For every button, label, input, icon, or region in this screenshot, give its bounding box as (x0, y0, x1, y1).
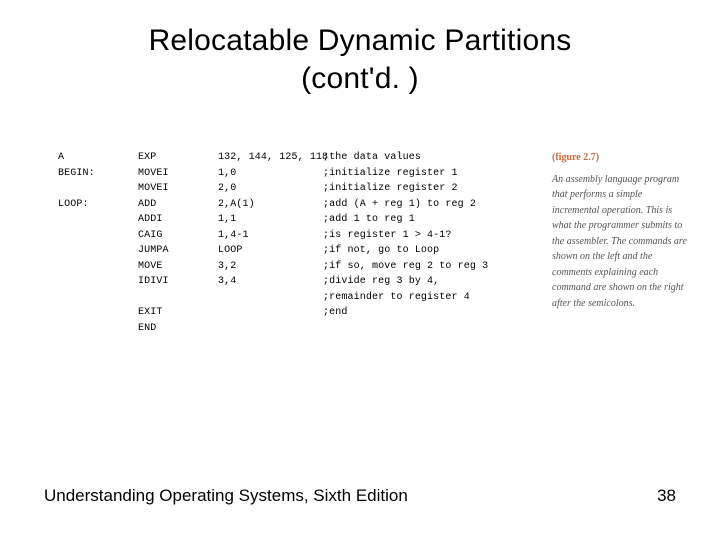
code-row: CAIG 1,4-1 ;is register 1 > 4-1? (58, 228, 540, 244)
code-args: 2,A(1) (218, 197, 323, 213)
code-comment: ;add (A + reg 1) to reg 2 (323, 197, 540, 213)
code-row: BEGIN: MOVEI 1,0 ;initialize register 1 (58, 166, 540, 182)
code-op (138, 290, 218, 306)
code-op: JUMPA (138, 243, 218, 259)
figure-label: (figure 2.7) (552, 150, 690, 166)
code-op: IDIVI (138, 274, 218, 290)
slide: Relocatable Dynamic Partitions (cont'd. … (0, 0, 720, 540)
code-comment (323, 321, 540, 337)
code-op: ADD (138, 197, 218, 213)
code-op: CAIG (138, 228, 218, 244)
code-label: LOOP: (58, 197, 138, 213)
code-label (58, 305, 138, 321)
code-op: EXIT (138, 305, 218, 321)
code-label (58, 274, 138, 290)
slide-footer: Understanding Operating Systems, Sixth E… (44, 486, 676, 506)
code-op: MOVE (138, 259, 218, 275)
code-row: JUMPA LOOP ;if not, go to Loop (58, 243, 540, 259)
figure-caption: An assembly language program that perfor… (552, 172, 690, 312)
code-comment: ;add 1 to reg 1 (323, 212, 540, 228)
code-op: MOVEI (138, 181, 218, 197)
slide-title: Relocatable Dynamic Partitions (cont'd. … (0, 0, 720, 97)
code-comment: ;remainder to register 4 (323, 290, 540, 306)
code-row: EXIT ;end (58, 305, 540, 321)
content-area: A EXP 132, 144, 125, 118 ;the data value… (58, 150, 690, 336)
title-line-2: (cont'd. ) (301, 62, 419, 95)
code-args: 132, 144, 125, 118 (218, 150, 323, 166)
code-label (58, 321, 138, 337)
code-label (58, 259, 138, 275)
code-op: MOVEI (138, 166, 218, 182)
code-comment: ;is register 1 > 4-1? (323, 228, 540, 244)
code-comment: ;if so, move reg 2 to reg 3 (323, 259, 540, 275)
assembly-code-block: A EXP 132, 144, 125, 118 ;the data value… (58, 150, 540, 336)
code-args: 1,0 (218, 166, 323, 182)
figure-caption-area: (figure 2.7) An assembly language progra… (540, 150, 690, 336)
code-row: MOVEI 2,0 ;initialize register 2 (58, 181, 540, 197)
code-args: 1,4-1 (218, 228, 323, 244)
code-row: LOOP: ADD 2,A(1) ;add (A + reg 1) to reg… (58, 197, 540, 213)
code-comment: ;end (323, 305, 540, 321)
code-args: 3,2 (218, 259, 323, 275)
code-row: ADDI 1,1 ;add 1 to reg 1 (58, 212, 540, 228)
code-row: IDIVI 3,4 ;divide reg 3 by 4, (58, 274, 540, 290)
footer-page-number: 38 (657, 486, 676, 506)
code-args: LOOP (218, 243, 323, 259)
code-comment: ;divide reg 3 by 4, (323, 274, 540, 290)
code-args (218, 305, 323, 321)
code-label (58, 243, 138, 259)
code-op: ADDI (138, 212, 218, 228)
code-comment: ;initialize register 1 (323, 166, 540, 182)
code-label: A (58, 150, 138, 166)
code-args: 2,0 (218, 181, 323, 197)
code-args (218, 290, 323, 306)
code-comment: ;if not, go to Loop (323, 243, 540, 259)
code-args: 1,1 (218, 212, 323, 228)
code-label (58, 181, 138, 197)
code-row: MOVE 3,2 ;if so, move reg 2 to reg 3 (58, 259, 540, 275)
code-comment: ;the data values (323, 150, 540, 166)
code-op: END (138, 321, 218, 337)
code-row: A EXP 132, 144, 125, 118 ;the data value… (58, 150, 540, 166)
code-row: END (58, 321, 540, 337)
code-label (58, 290, 138, 306)
code-label (58, 212, 138, 228)
title-line-1: Relocatable Dynamic Partitions (149, 24, 572, 57)
code-comment: ;initialize register 2 (323, 181, 540, 197)
code-args: 3,4 (218, 274, 323, 290)
code-row: ;remainder to register 4 (58, 290, 540, 306)
footer-book-title: Understanding Operating Systems, Sixth E… (44, 486, 408, 506)
code-op: EXP (138, 150, 218, 166)
code-label (58, 228, 138, 244)
code-args (218, 321, 323, 337)
code-label: BEGIN: (58, 166, 138, 182)
